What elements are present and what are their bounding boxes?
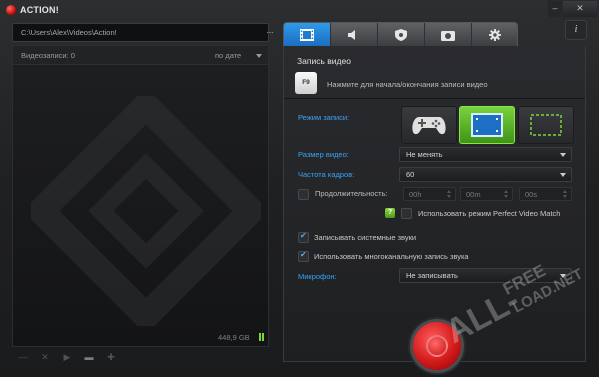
chevron-down-icon <box>560 173 566 177</box>
film-icon <box>300 29 314 41</box>
section-title: Запись видео <box>297 56 351 66</box>
record-mode-label: Режим записи: <box>298 113 350 122</box>
output-path-field[interactable]: C:\Users\Alex\Videos\Action! ... <box>12 23 273 42</box>
spinner-icon[interactable] <box>447 190 451 198</box>
recordings-list[interactable]: Видеозаписи: 0 по дате 448,9 GB <box>12 45 269 347</box>
recordings-list-header: Видеозаписи: 0 по дате <box>13 46 268 65</box>
video-size-value: Не менять <box>406 150 443 159</box>
free-space-label: 448,9 GB <box>218 333 250 342</box>
duration-label: Продолжительность: <box>315 189 388 198</box>
tab-screenshot[interactable] <box>425 23 472 47</box>
chevron-down-icon[interactable] <box>256 54 262 58</box>
output-path-text: C:\Users\Alex\Videos\Action! <box>21 28 117 37</box>
help-question-icon[interactable]: ? <box>385 208 395 218</box>
tab-audio[interactable] <box>331 23 378 47</box>
sort-dropdown[interactable]: по дате <box>215 51 241 60</box>
folder-button[interactable]: ▬ <box>82 351 96 364</box>
tab-settings[interactable] <box>472 23 518 47</box>
hotkey-button[interactable]: F9 <box>295 72 317 94</box>
duration-minutes-value: 00m <box>466 190 481 199</box>
speaker-icon <box>348 30 355 40</box>
duration-checkbox[interactable] <box>298 189 309 200</box>
site-watermark: ALL- FREE LOAD.NET <box>440 261 586 350</box>
tab-bar <box>283 22 518 48</box>
minimize-button[interactable]: – <box>547 0 563 18</box>
fullscreen-monitor-icon <box>471 113 503 137</box>
duration-minutes-field[interactable]: 00m <box>460 187 513 201</box>
duration-seconds-field[interactable]: 00s <box>519 187 572 201</box>
region-select-icon <box>530 114 562 136</box>
duration-hours-value: 00h <box>409 190 422 199</box>
microphone-label: Микрофон: <box>298 272 337 281</box>
close-button[interactable]: ✕ <box>562 0 598 18</box>
chevron-down-icon <box>560 153 566 157</box>
hotkey-hint: Нажмите для начала/окончания записи виде… <box>327 80 488 89</box>
recordings-count: Видеозаписи: 0 <box>21 51 75 60</box>
video-size-label: Размер видео: <box>298 150 349 159</box>
duration-seconds-value: 00s <box>525 190 538 199</box>
app-title: ACTION! <box>20 5 59 15</box>
system-sound-label: Записывать системные звуки <box>314 233 417 242</box>
tab-video[interactable] <box>284 23 331 47</box>
shield-icon <box>395 29 407 41</box>
remove-button[interactable]: ✕ <box>38 351 52 364</box>
play-button[interactable]: ▶ <box>60 351 74 364</box>
mode-region-button[interactable] <box>518 106 574 144</box>
camera-icon <box>441 31 455 41</box>
duration-hours-field[interactable]: 00h <box>403 187 456 201</box>
disk-space-indicator <box>259 333 261 341</box>
gear-icon <box>489 29 501 41</box>
add-button[interactable]: ✚ <box>104 351 118 364</box>
tab-benchmark[interactable] <box>378 23 425 47</box>
video-size-select[interactable]: Не менять <box>399 147 572 162</box>
delete-button[interactable]: — <box>16 351 30 364</box>
perfect-match-label: Использовать режим Perfect Video Match <box>418 209 561 218</box>
divider <box>284 98 585 99</box>
spinner-icon[interactable] <box>563 190 567 198</box>
title-bar[interactable]: ACTION! – ✕ <box>0 0 599 20</box>
fps-select[interactable]: 60 <box>399 167 572 182</box>
mode-gamepad-button[interactable] <box>401 106 457 144</box>
fps-label: Частота кадров: <box>298 170 355 179</box>
perfect-match-checkbox[interactable] <box>401 208 412 219</box>
action-logo-watermark-icon <box>31 96 261 326</box>
system-sound-checkbox[interactable] <box>298 231 309 243</box>
mode-fullscreen-button[interactable] <box>459 106 515 144</box>
fps-value: 60 <box>406 170 415 179</box>
spinner-icon[interactable] <box>504 190 508 198</box>
gamepad-icon <box>412 117 446 135</box>
app-logo-icon <box>6 5 16 15</box>
browse-button[interactable]: ... <box>263 27 277 37</box>
multichannel-checkbox[interactable] <box>298 250 309 262</box>
info-button[interactable]: i <box>565 20 587 40</box>
app-window: ACTION! – ✕ C:\Users\Alex\Videos\Action!… <box>0 0 599 377</box>
